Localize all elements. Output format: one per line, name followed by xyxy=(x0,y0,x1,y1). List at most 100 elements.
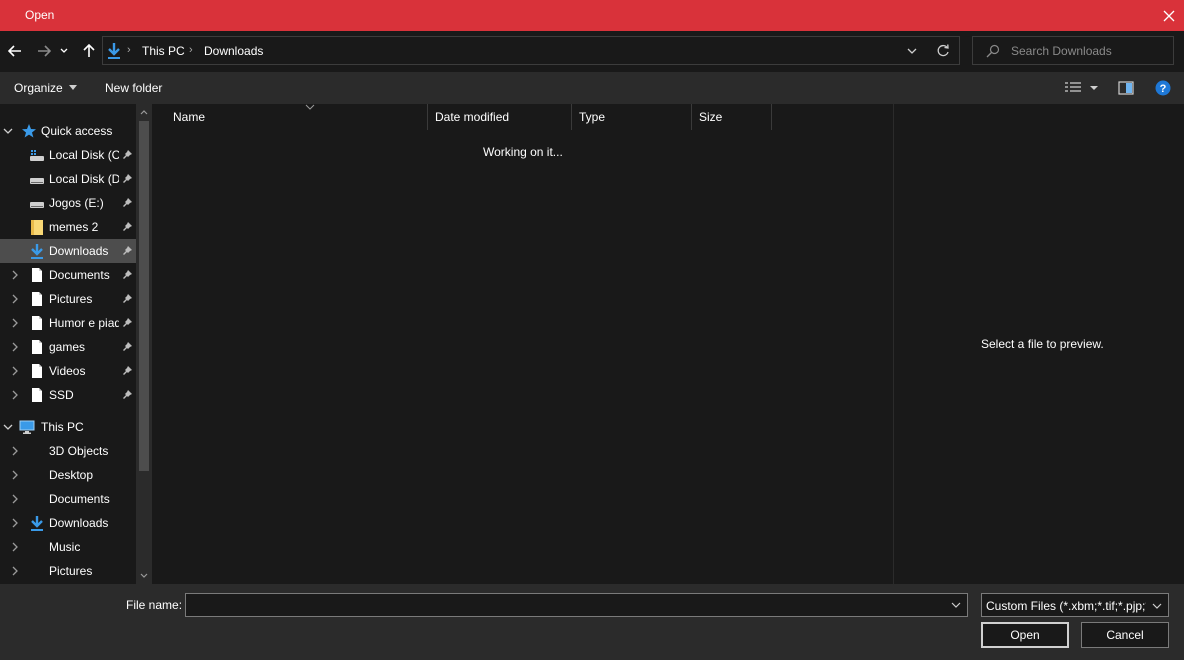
tree-item-downloads[interactable]: Downloads xyxy=(0,239,136,263)
tree-label: Downloads xyxy=(49,244,109,258)
chevron-right-icon[interactable] xyxy=(10,542,20,552)
column-label: Type xyxy=(579,110,606,124)
computer-icon xyxy=(19,420,35,434)
drive-c-icon xyxy=(30,150,44,161)
column-label: Size xyxy=(699,110,723,124)
pin-icon[interactable] xyxy=(122,365,133,376)
column-header-type[interactable]: Type xyxy=(572,104,692,130)
pin-icon[interactable] xyxy=(122,269,133,280)
refresh-icon[interactable] xyxy=(935,43,951,59)
chevron-down-icon[interactable] xyxy=(3,422,13,432)
breadcrumb-separator: › xyxy=(127,44,131,56)
recent-locations-button[interactable] xyxy=(58,40,70,62)
search-input[interactable] xyxy=(1011,41,1166,61)
close-icon xyxy=(1163,10,1175,21)
chevron-up-icon xyxy=(140,110,148,115)
file-type-filter-select[interactable]: Custom Files (*.xbm;*.tif;*.pjp;*.svgz;*… xyxy=(981,593,1169,617)
column-header-size[interactable]: Size xyxy=(692,104,772,130)
back-button[interactable] xyxy=(5,40,25,62)
help-icon[interactable]: ? xyxy=(1155,80,1171,96)
chevron-right-icon[interactable] xyxy=(10,494,20,504)
pin-icon[interactable] xyxy=(122,149,133,160)
chevron-right-icon[interactable] xyxy=(10,446,20,456)
chevron-down-icon xyxy=(140,573,148,578)
breadcrumb-downloads[interactable]: Downloads xyxy=(204,44,263,58)
tree-label: Humor e piadas xyxy=(49,316,119,330)
tree-item-pc-documents[interactable]: Documents xyxy=(0,487,136,511)
tree-label: This PC xyxy=(41,420,84,434)
tree-item-pc-downloads[interactable]: Downloads xyxy=(0,511,136,535)
tree-item-3d-objects[interactable]: 3D Objects xyxy=(0,439,136,463)
navigation-scrollbar[interactable] xyxy=(136,104,152,584)
file-name-label: File name: xyxy=(126,598,183,612)
search-box[interactable] xyxy=(972,36,1174,65)
column-header-date-modified[interactable]: Date modified xyxy=(428,104,572,130)
file-list[interactable]: Name Date modified Type Size Working on … xyxy=(153,104,892,584)
tree-this-pc[interactable]: This PC xyxy=(0,415,136,439)
tree-quick-access[interactable]: Quick access xyxy=(0,119,136,143)
chevron-down-icon[interactable] xyxy=(3,126,13,136)
scrollbar-thumb[interactable] xyxy=(139,121,149,471)
file-name-combobox[interactable] xyxy=(185,593,968,617)
pin-icon[interactable] xyxy=(122,245,133,256)
tree-item-documents[interactable]: Documents xyxy=(0,263,136,287)
chevron-right-icon[interactable] xyxy=(10,390,20,400)
new-folder-button[interactable]: New folder xyxy=(105,81,162,95)
tree-item-jogos-e[interactable]: Jogos (E:) xyxy=(0,191,136,215)
caret-down-icon xyxy=(68,85,77,90)
pin-icon[interactable] xyxy=(122,341,133,352)
chevron-right-icon[interactable] xyxy=(10,270,20,280)
pin-icon[interactable] xyxy=(122,221,133,232)
chevron-right-icon[interactable] xyxy=(10,566,20,576)
column-header-name[interactable]: Name xyxy=(166,104,428,130)
chevron-right-icon[interactable] xyxy=(10,470,20,480)
pin-icon[interactable] xyxy=(122,197,133,208)
download-icon xyxy=(31,516,43,531)
tree-item-desktop[interactable]: Desktop xyxy=(0,463,136,487)
organize-button[interactable]: Organize xyxy=(14,81,77,95)
tree-item-local-disk-c[interactable]: Local Disk (C:) xyxy=(0,143,136,167)
chevron-down-icon[interactable] xyxy=(1089,80,1099,96)
pin-icon[interactable] xyxy=(122,389,133,400)
forward-button[interactable] xyxy=(34,40,54,62)
tree-item-memes-2[interactable]: memes 2 xyxy=(0,215,136,239)
tree-label: Documents xyxy=(49,268,110,282)
file-name-input[interactable] xyxy=(190,596,940,614)
tree-item-pc-pictures[interactable]: Pictures xyxy=(0,559,136,583)
scroll-up-button[interactable] xyxy=(136,104,152,121)
close-button[interactable] xyxy=(1154,0,1184,31)
window-title: Open xyxy=(25,8,55,22)
up-button[interactable] xyxy=(79,40,99,62)
pin-icon[interactable] xyxy=(122,293,133,304)
chevron-right-icon[interactable] xyxy=(10,366,20,376)
pin-icon[interactable] xyxy=(122,317,133,328)
chevron-down-icon[interactable] xyxy=(951,600,961,610)
tree-item-games[interactable]: games xyxy=(0,335,136,359)
tree-item-pictures[interactable]: Pictures xyxy=(0,287,136,311)
preview-message: Select a file to preview. xyxy=(981,337,1104,351)
download-icon xyxy=(108,43,120,59)
chevron-right-icon[interactable] xyxy=(10,342,20,352)
chevron-down-icon[interactable] xyxy=(905,44,919,58)
breadcrumb-this-pc[interactable]: This PC xyxy=(142,44,185,58)
preview-pane-icon[interactable] xyxy=(1118,80,1134,96)
tree-item-ssd[interactable]: SSD xyxy=(0,383,136,407)
pin-icon[interactable] xyxy=(122,173,133,184)
scroll-down-button[interactable] xyxy=(136,567,152,584)
command-bar: Organize New folder ? xyxy=(0,72,1184,104)
breadcrumb-separator: › xyxy=(189,44,193,56)
chevron-right-icon[interactable] xyxy=(10,294,20,304)
tree-item-videos[interactable]: Videos xyxy=(0,359,136,383)
open-button[interactable]: Open xyxy=(981,622,1069,648)
address-bar[interactable]: › This PC › Downloads xyxy=(102,36,960,65)
cancel-button[interactable]: Cancel xyxy=(1081,622,1169,648)
chevron-right-icon[interactable] xyxy=(10,518,20,528)
chevron-right-icon[interactable] xyxy=(10,318,20,328)
tree-label: Pictures xyxy=(49,564,93,578)
tree-item-humor[interactable]: Humor e piadas xyxy=(0,311,136,335)
view-details-icon[interactable] xyxy=(1064,80,1082,96)
navigation-pane[interactable]: Quick access Local Disk (C:) Local Disk … xyxy=(0,104,152,584)
tree-item-local-disk-d[interactable]: Local Disk (D:) xyxy=(0,167,136,191)
tree-label: games xyxy=(49,340,86,354)
tree-item-music[interactable]: Music xyxy=(0,535,136,559)
